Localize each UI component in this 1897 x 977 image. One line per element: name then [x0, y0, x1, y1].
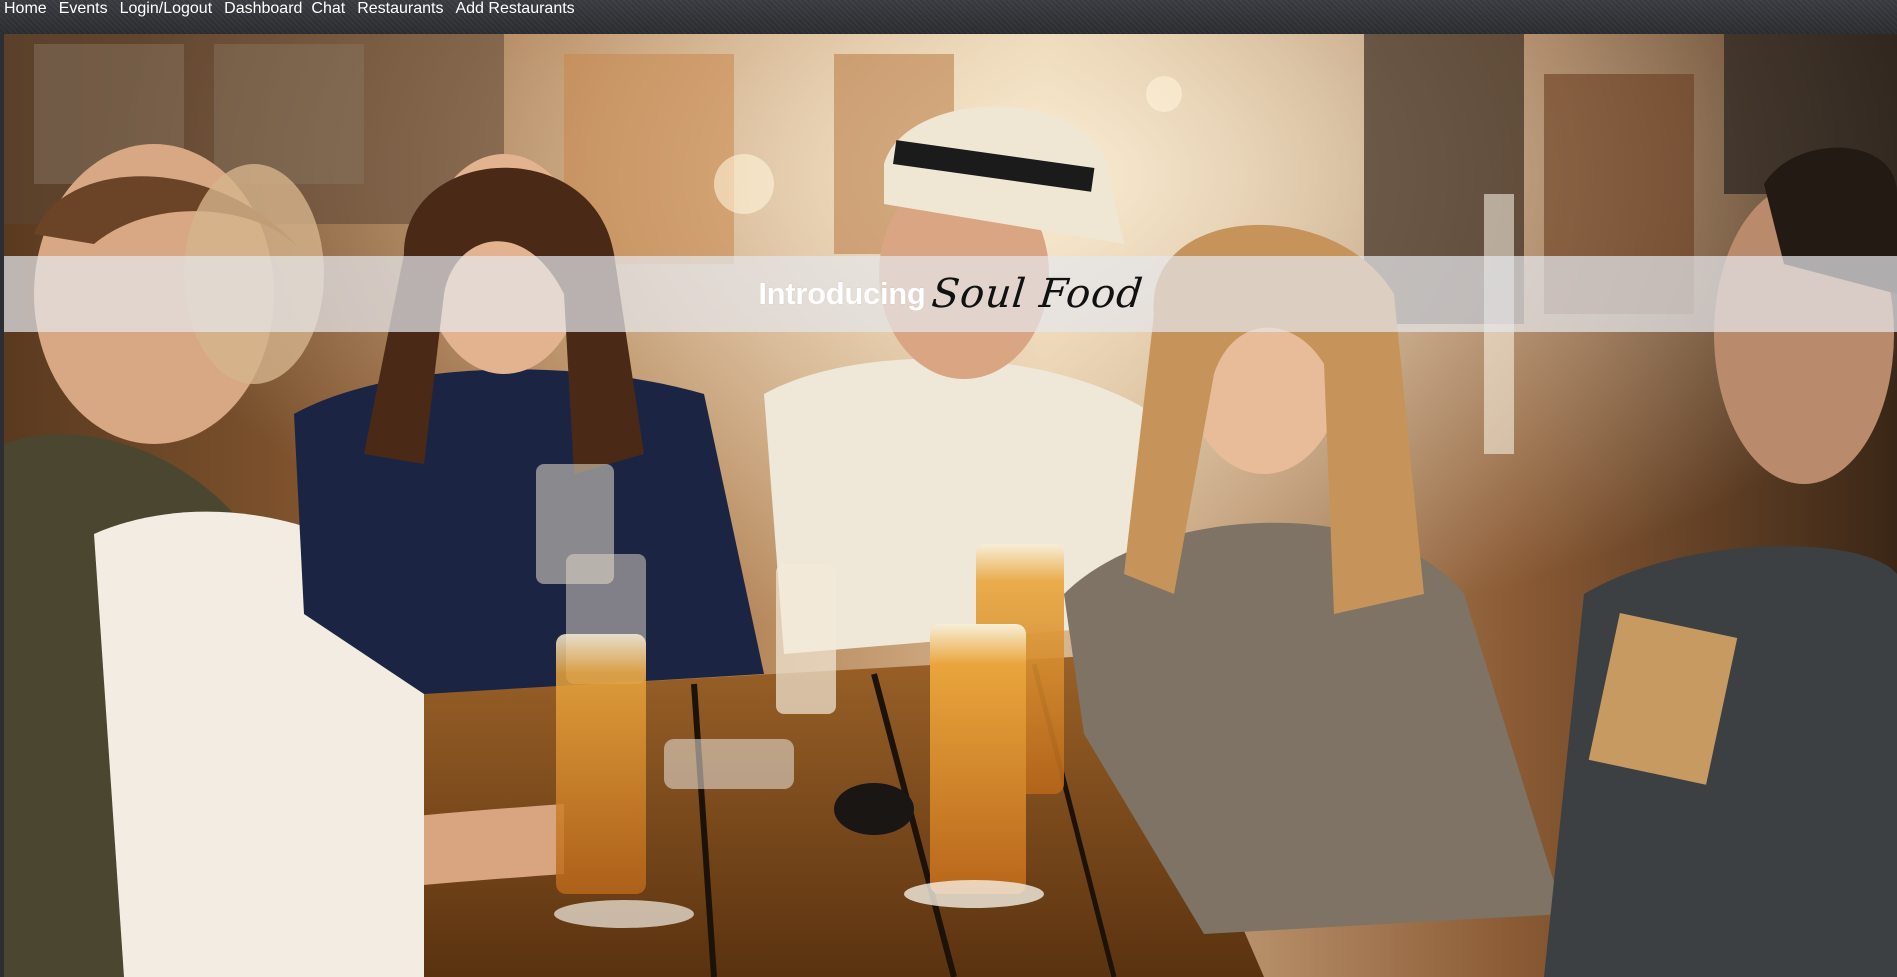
banner-intro-text: Introducing	[758, 276, 926, 311]
nav-link-chat[interactable]: Chat	[311, 0, 345, 18]
brand-logo-text: Soul Food	[929, 271, 1146, 317]
nav-link-events[interactable]: Events	[59, 0, 108, 18]
hero-banner: Introducing Soul Food	[4, 256, 1897, 332]
nav-link-add-restaurants[interactable]: Add Restaurants	[455, 0, 574, 18]
top-navigation-bar: Home Events Login/Logout Dashboard Chat …	[0, 0, 1897, 34]
hero-section: Introducing Soul Food	[4, 34, 1897, 977]
hero-photo	[4, 34, 1897, 977]
nav-link-login-logout[interactable]: Login/Logout	[120, 0, 213, 18]
nav-link-restaurants[interactable]: Restaurants	[357, 0, 443, 18]
nav-link-dashboard[interactable]: Dashboard	[224, 0, 302, 18]
nav-link-home[interactable]: Home	[4, 0, 47, 18]
